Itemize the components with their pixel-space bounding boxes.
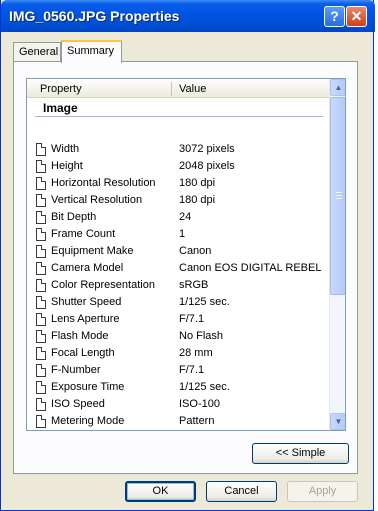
tab-summary[interactable]: Summary (61, 40, 122, 63)
grip-line (336, 195, 342, 196)
title-bar[interactable]: IMG_0560.JPG Properties ? ✕ (1, 0, 375, 32)
property-row[interactable]: Exposure Compensation0 step (27, 430, 329, 431)
close-button[interactable]: ✕ (346, 6, 367, 27)
property-value: ISO-100 (179, 398, 220, 410)
property-value: Pattern (179, 415, 215, 427)
property-row[interactable]: F-Number F/7.1 (27, 362, 329, 379)
property-name: Equipment Make (51, 245, 134, 257)
property-value: F/7.1 (179, 313, 205, 325)
list-header: Property Value (27, 79, 329, 98)
document-icon (36, 228, 46, 241)
document-icon (36, 194, 46, 207)
property-name: ISO Speed (51, 398, 105, 410)
property-row[interactable]: Focal Length 28 mm (27, 345, 329, 362)
property-value: 24 (179, 211, 192, 223)
close-icon: ✕ (350, 8, 363, 24)
property-row[interactable]: Camera Model Canon EOS DIGITAL REBEL (27, 260, 329, 277)
document-icon (36, 313, 46, 326)
properties-list[interactable]: Property Value Image Width 3072 pixels Hei… (26, 78, 346, 431)
property-row[interactable]: ISO Speed ISO-100 (27, 396, 329, 413)
property-name: Vertical Resolution (51, 194, 143, 206)
document-icon (36, 415, 46, 428)
properties-dialog: IMG_0560.JPG Properties ? ✕ General Summ… (0, 0, 375, 511)
property-row[interactable]: Vertical Resolution 180 dpi (27, 192, 329, 209)
simple-button[interactable]: << Simple (252, 443, 349, 464)
document-icon (36, 245, 46, 258)
property-row[interactable]: Frame Count 1 (27, 226, 329, 243)
document-icon (36, 143, 46, 156)
chevron-down-icon: ▼ (334, 417, 343, 426)
property-name: Color Representation (51, 279, 155, 291)
property-name: Shutter Speed (51, 296, 122, 308)
property-value: No Flash (179, 330, 224, 342)
property-value: F/7.1 (179, 364, 205, 376)
help-button[interactable]: ? (324, 6, 345, 27)
property-name: Width (51, 143, 80, 155)
property-row[interactable]: Flash Mode No Flash (27, 328, 329, 345)
document-icon (36, 211, 46, 224)
grip-line (336, 198, 342, 199)
document-icon (36, 160, 46, 173)
document-icon (36, 381, 46, 394)
property-name: Focal Length (51, 347, 115, 359)
property-value: 1/125 sec. (179, 381, 230, 393)
scroll-up-button[interactable]: ▲ (330, 79, 345, 96)
column-header-property[interactable]: Property (40, 83, 82, 95)
property-row[interactable]: Metering Mode Pattern (27, 413, 329, 430)
property-name: Metering Mode (51, 415, 125, 427)
property-row[interactable]: Width 3072 pixels (27, 141, 329, 158)
property-row[interactable]: Lens Aperture F/7.1 (27, 311, 329, 328)
window-title: IMG_0560.JPG Properties (9, 8, 180, 24)
property-value: 1 (179, 228, 186, 240)
document-icon (36, 330, 46, 343)
property-value: Canon (179, 245, 212, 257)
summary-panel: Property Value Image Width 3072 pixels Hei… (13, 61, 358, 474)
document-icon (36, 347, 46, 360)
property-row[interactable]: Horizontal Resolution 180 dpi (27, 175, 329, 192)
document-icon (36, 296, 46, 309)
property-name: F-Number (51, 364, 101, 376)
property-name: Bit Depth (51, 211, 97, 223)
apply-button[interactable]: Apply (287, 481, 358, 502)
group-divider (35, 116, 323, 117)
property-value: 2048 pixels (179, 160, 235, 172)
property-name: Height (51, 160, 83, 172)
property-name: Horizontal Resolution (51, 177, 156, 189)
property-value: sRGB (179, 279, 209, 291)
grip-line (336, 192, 342, 193)
property-value: 180 dpi (179, 194, 216, 206)
property-name: Exposure Time (51, 381, 125, 393)
property-name: Camera Model (51, 262, 124, 274)
document-icon (36, 364, 46, 377)
document-icon (36, 262, 46, 275)
scroll-down-button[interactable]: ▼ (330, 413, 345, 430)
property-row[interactable]: Equipment Make Canon (27, 243, 329, 260)
property-value: 1/125 sec. (179, 296, 230, 308)
ok-button[interactable]: OK (125, 481, 196, 502)
property-value: 180 dpi (179, 177, 216, 189)
cancel-button[interactable]: Cancel (206, 481, 277, 502)
property-name: Lens Aperture (51, 313, 120, 325)
property-name: Flash Mode (51, 330, 109, 342)
property-value: 28 mm (179, 347, 213, 359)
property-row[interactable]: Bit Depth 24 (27, 209, 329, 226)
property-value: 3072 pixels (179, 143, 235, 155)
chevron-up-icon: ▲ (334, 83, 343, 92)
property-name: Frame Count (51, 228, 116, 240)
group-heading: Image (43, 101, 78, 115)
document-icon (36, 398, 46, 411)
property-row[interactable]: Height 2048 pixels (27, 158, 329, 175)
property-row[interactable]: Shutter Speed 1/125 sec. (27, 294, 329, 311)
document-icon (36, 177, 46, 190)
column-header-value[interactable]: Value (179, 83, 206, 95)
column-divider[interactable] (171, 82, 172, 96)
vertical-scrollbar[interactable]: ▲ ▼ (329, 79, 345, 430)
tab-general[interactable]: General (13, 42, 61, 61)
property-value: Canon EOS DIGITAL REBEL (179, 262, 322, 274)
property-row[interactable]: Exposure Time 1/125 sec. (27, 379, 329, 396)
property-row[interactable]: Color Representation sRGB (27, 277, 329, 294)
document-icon (36, 279, 46, 292)
scroll-thumb[interactable] (330, 97, 345, 295)
